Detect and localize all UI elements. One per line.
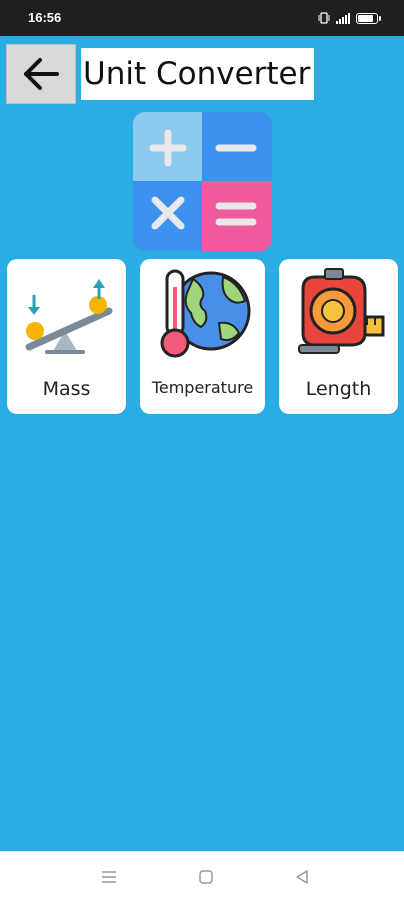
back-icon xyxy=(296,870,308,884)
calculator-logo-icon xyxy=(133,112,272,251)
signal-icon xyxy=(336,12,350,24)
category-card-temperature[interactable]: Temperature xyxy=(140,259,265,414)
status-bar: 16:56 xyxy=(0,0,404,36)
category-card-mass[interactable]: Mass xyxy=(7,259,126,414)
battery-fill xyxy=(358,14,373,22)
home-icon xyxy=(199,870,213,884)
vibrate-icon xyxy=(318,12,330,24)
tape-measure-icon xyxy=(297,268,384,354)
nav-home-button[interactable] xyxy=(194,866,218,888)
status-time: 16:56 xyxy=(28,10,62,25)
category-label-mass: Mass xyxy=(42,378,91,400)
menu-icon xyxy=(102,871,116,883)
logo-quad-equals xyxy=(202,181,272,251)
thermometer-globe-icon xyxy=(160,269,250,358)
category-label-length: Length xyxy=(305,378,372,400)
navigation-bar xyxy=(0,851,404,901)
arrow-left-icon xyxy=(24,58,59,90)
page-title: Unit Converter xyxy=(81,48,315,100)
category-card-length[interactable]: Length xyxy=(279,259,398,414)
nav-back-button[interactable] xyxy=(290,866,314,888)
nav-menu-button[interactable] xyxy=(97,866,121,888)
seesaw-icon xyxy=(25,279,112,354)
back-button[interactable] xyxy=(6,44,76,104)
category-label-temperature: Temperature xyxy=(151,378,254,397)
app-logo xyxy=(133,112,272,251)
status-icons xyxy=(318,9,381,27)
battery-icon xyxy=(356,12,381,24)
